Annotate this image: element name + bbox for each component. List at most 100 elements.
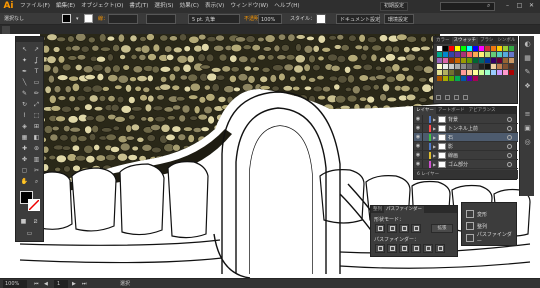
swatch-chip[interactable] xyxy=(479,70,484,75)
tab-appearance[interactable]: アピアランス xyxy=(467,107,498,114)
layer-row[interactable]: ◉ ▶ トンネル上前 xyxy=(414,124,518,133)
brush-icon[interactable]: ✎ xyxy=(19,89,30,99)
swatch-chip[interactable] xyxy=(437,70,442,75)
minus-front-button[interactable] xyxy=(387,224,397,233)
swatch-chip[interactable] xyxy=(473,76,478,81)
next-page-icon[interactable]: ▶ xyxy=(72,280,76,288)
prev-page-icon[interactable]: ◀ xyxy=(44,280,48,288)
swatch-chip[interactable] xyxy=(497,46,502,51)
page-field[interactable]: 1 xyxy=(54,280,68,288)
swatch-chip[interactable] xyxy=(467,58,472,63)
swatch-chip[interactable] xyxy=(443,58,448,63)
target-circle-icon[interactable] xyxy=(507,152,512,158)
zoom-field[interactable]: 100% xyxy=(3,280,27,288)
swatch-chip[interactable] xyxy=(443,52,448,57)
swatch-chip[interactable] xyxy=(443,76,448,81)
exclude-button[interactable] xyxy=(411,224,421,233)
swatch-chip[interactable] xyxy=(497,70,502,75)
tab-pathfinder[interactable]: パスファインダー xyxy=(384,206,424,213)
swatch-chip[interactable] xyxy=(443,46,448,51)
layer-row[interactable]: ◉ ▶ ゴム部分 xyxy=(414,160,518,169)
swatch-chip[interactable] xyxy=(509,52,514,57)
target-circle-icon[interactable] xyxy=(507,161,512,167)
crop-button[interactable] xyxy=(411,244,421,253)
tools-panel-header[interactable] xyxy=(16,37,43,42)
slice-icon[interactable]: ✂ xyxy=(31,166,42,176)
delete-swatch-icon[interactable] xyxy=(463,95,468,100)
lock-toggle[interactable] xyxy=(422,124,429,132)
shape-builder-icon[interactable]: ◈ xyxy=(19,122,30,132)
eyedropper-icon[interactable]: ✚ xyxy=(19,144,30,154)
menu-edit[interactable]: 編集(E) xyxy=(53,0,78,13)
tab-brushes[interactable]: ブラシ xyxy=(478,37,495,44)
swatch-chip[interactable] xyxy=(491,64,496,69)
color-panel-icon[interactable]: ◐ xyxy=(523,40,532,49)
tab-symbols[interactable]: シンボル xyxy=(495,37,517,44)
stroke-color-box[interactable] xyxy=(84,14,93,23)
layer-row[interactable]: ◉ ▶ 背景 xyxy=(414,115,518,124)
magic-wand-icon[interactable]: ✦ xyxy=(19,56,30,66)
swatch-chip[interactable] xyxy=(473,52,478,57)
variable-width-field[interactable] xyxy=(146,14,176,24)
graphic-style-box[interactable] xyxy=(316,14,326,24)
menu-select[interactable]: 選択(S) xyxy=(151,0,176,13)
artboards-panel-icon[interactable]: ▣ xyxy=(523,124,532,133)
swatch-chip[interactable] xyxy=(497,52,502,57)
swatch-chip[interactable] xyxy=(455,70,460,75)
swatch-chip[interactable] xyxy=(491,70,496,75)
free-transform-icon[interactable]: ⬚ xyxy=(31,111,42,121)
swatch-chip[interactable] xyxy=(467,64,472,69)
menu-window[interactable]: ウィンドウ(W) xyxy=(227,0,271,13)
swatch-chip[interactable] xyxy=(455,64,460,69)
menu-file[interactable]: ファイル(F) xyxy=(17,0,53,13)
swatch-chip[interactable] xyxy=(485,58,490,63)
mini-item-align[interactable]: 整列 xyxy=(466,221,487,231)
workspace-switcher[interactable]: 初期設定 xyxy=(380,2,409,11)
swatch-chip[interactable] xyxy=(461,58,466,63)
lock-toggle[interactable] xyxy=(422,115,429,123)
swatch-chip[interactable] xyxy=(437,52,442,57)
fill-color-box[interactable] xyxy=(62,14,71,23)
swatch-chip[interactable] xyxy=(509,46,514,51)
minimize-button[interactable]: – xyxy=(502,1,513,11)
brush-definition-field[interactable]: 5 pt. 丸筆 xyxy=(188,14,240,24)
swatch-chip[interactable] xyxy=(473,70,478,75)
swatch-chip[interactable] xyxy=(473,64,478,69)
tab-layers[interactable]: レイヤー xyxy=(414,107,436,114)
tab-artboards[interactable]: アートボード xyxy=(436,107,467,114)
symbols-panel-icon[interactable]: ❖ xyxy=(523,82,532,91)
swatch-chip[interactable] xyxy=(455,58,460,63)
tab-color[interactable]: カラー xyxy=(434,37,452,44)
swatch-chip[interactable] xyxy=(509,64,514,69)
document-setup-button[interactable]: ドキュメント設定 xyxy=(336,14,380,24)
swatch-chip[interactable] xyxy=(449,64,454,69)
unite-button[interactable] xyxy=(375,224,385,233)
swatch-chip[interactable] xyxy=(455,52,460,57)
visibility-eye-icon[interactable]: ◉ xyxy=(414,152,422,158)
perspective-icon[interactable]: ⊞ xyxy=(31,122,42,132)
stroke-weight-field[interactable] xyxy=(108,14,138,24)
pencil-icon[interactable]: ✏ xyxy=(31,89,42,99)
rotate-icon[interactable]: ↻ xyxy=(19,100,30,110)
merge-button[interactable] xyxy=(399,244,409,253)
warp-icon[interactable]: ⌇ xyxy=(19,111,30,121)
swatch-chip[interactable] xyxy=(449,52,454,57)
lock-toggle[interactable] xyxy=(422,133,429,141)
swatch-chip[interactable] xyxy=(461,46,466,51)
visibility-eye-icon[interactable]: ◉ xyxy=(414,116,422,122)
chevron-down-icon[interactable]: ▾ xyxy=(76,14,79,24)
swatch-chip[interactable] xyxy=(503,52,508,57)
last-page-icon[interactable]: ⏭ xyxy=(82,280,87,288)
direct-selection-icon[interactable]: ↗ xyxy=(31,45,42,55)
scale-icon[interactable]: ⤢ xyxy=(31,100,42,110)
target-circle-icon[interactable] xyxy=(507,116,512,122)
swatch-chip[interactable] xyxy=(479,46,484,51)
swatch-chip[interactable] xyxy=(437,46,442,51)
rectangle-icon[interactable]: ▭ xyxy=(31,78,42,88)
new-swatch-icon[interactable] xyxy=(454,95,459,100)
swatch-chip[interactable] xyxy=(437,76,442,81)
trim-button[interactable] xyxy=(387,244,397,253)
swatches-panel-icon[interactable]: ▦ xyxy=(523,54,532,63)
menu-type[interactable]: 書式(T) xyxy=(126,0,151,13)
target-circle-icon[interactable] xyxy=(507,143,512,149)
